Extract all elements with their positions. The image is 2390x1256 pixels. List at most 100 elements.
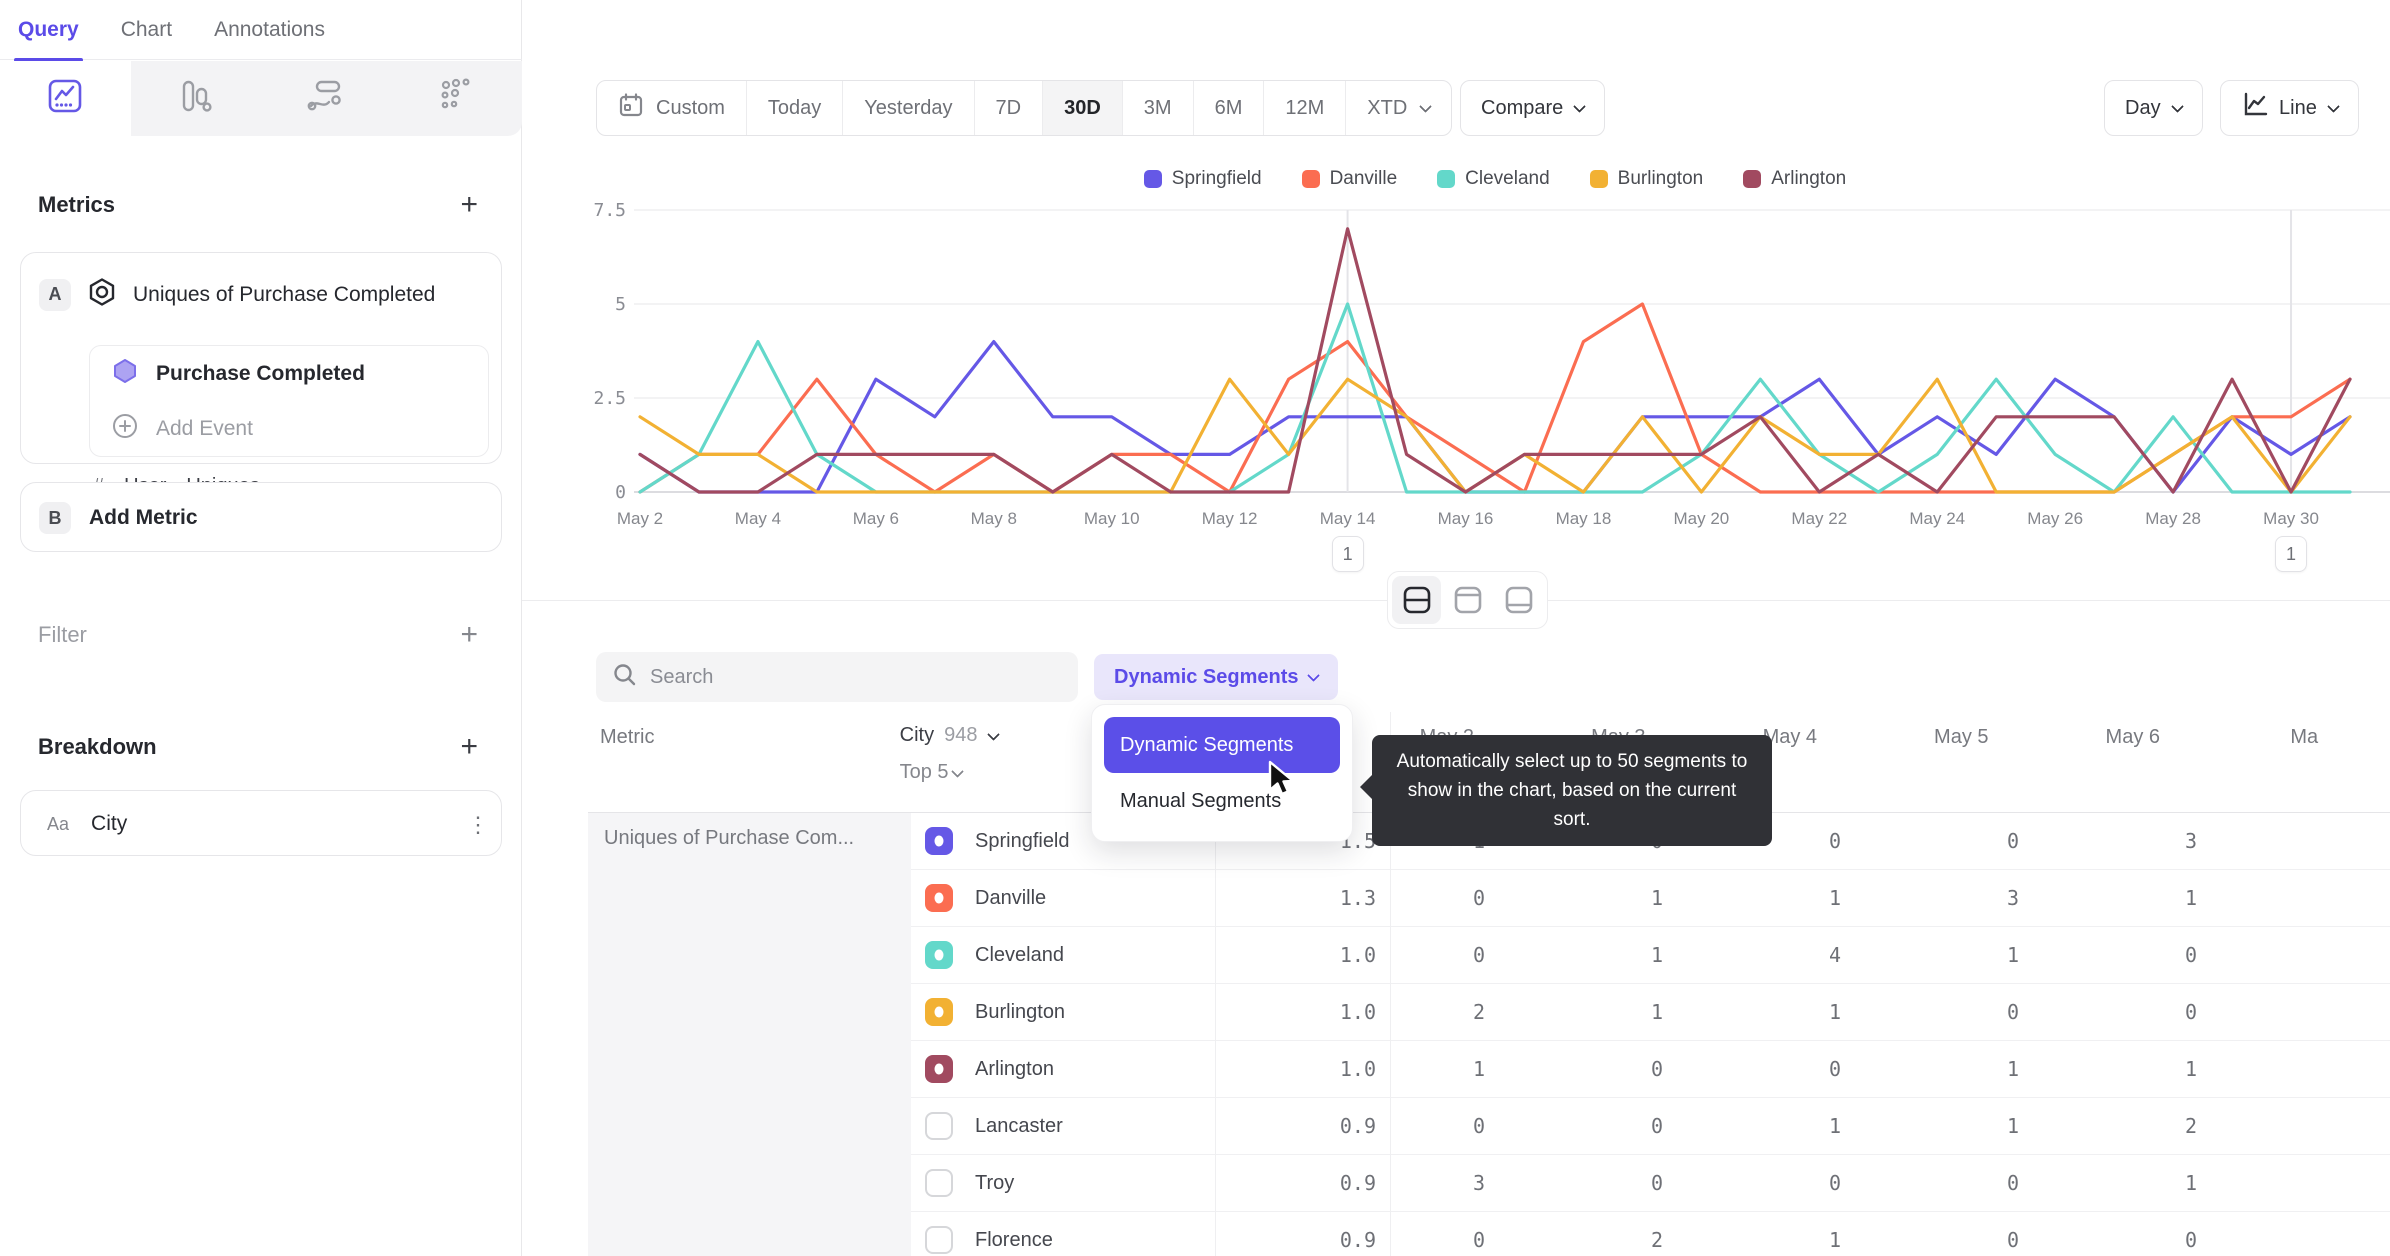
layout-split-button[interactable] [1392,576,1441,624]
segment-checkbox[interactable] [925,998,953,1026]
tab-chart[interactable]: Chart [121,0,172,60]
dynamic-segments-tooltip: Automatically select up to 50 segments t… [1360,735,1772,846]
date-column-header[interactable]: May 6 [2047,712,2218,812]
annotation-marker[interactable]: 1 [1331,536,1364,572]
chart-type-scatter-tab[interactable] [392,61,523,136]
breakdown-section: Breakdown + [0,732,522,762]
segment-count: 948 [944,724,978,746]
table-row: Troy 0.9 3 0 0 0 1 [911,1155,2390,1212]
line-style-icon [2241,91,2269,125]
date-today-button[interactable]: Today [747,81,844,135]
date-12m-button[interactable]: 12M [1264,81,1347,135]
layout-table-only-button[interactable] [1494,576,1543,624]
chart-type-line-tab[interactable] [0,61,131,136]
metric-card-a[interactable]: A Uniques of Purchase Completed Purchase… [20,252,502,497]
svg-text:May 18: May 18 [1556,509,1612,528]
date-xtd-dropdown[interactable]: XTD [1346,81,1451,135]
tab-query[interactable]: Query [14,0,83,62]
add-metric-plus-icon[interactable]: + [460,190,478,220]
svg-text:May 6: May 6 [853,509,899,528]
search-icon [612,662,638,693]
value-cell: 4 [1828,943,1842,967]
table-row: Burlington 1.0 2 1 1 0 0 [911,984,2390,1041]
chart-type-bar-tab[interactable] [131,61,262,136]
segment-checkbox[interactable] [925,884,953,912]
date-range-segmented-control: Custom Today Yesterday 7D 30D 3M 6M 12M … [596,80,1453,136]
chart-type-flow-tab[interactable] [261,61,392,136]
value-cell: 1 [2006,943,2020,967]
table-row: Arlington 1.0 1 0 0 1 1 [911,1041,2390,1098]
segment-checkbox[interactable] [925,1226,953,1254]
segment-checkbox[interactable] [925,827,953,855]
mouse-cursor [1266,760,1300,805]
segment-name: Springfield [975,829,1070,852]
chart-style-dropdown[interactable]: Line [2220,80,2359,136]
date-7d-button[interactable]: 7D [975,81,1044,135]
query-sidebar: Query Chart Annotations Metrics + A Uniq… [0,0,522,1256]
filter-section: Filter + [0,620,522,650]
segment-name: Lancaster [975,1114,1063,1137]
svg-text:May 26: May 26 [2027,509,2083,528]
date-column-header[interactable]: May 5 [1876,712,2047,812]
value-cell: 0 [2006,1228,2020,1252]
chevron-down-icon [1306,669,1320,682]
svg-text:0: 0 [615,482,626,503]
value-cell: 1 [2184,1057,2198,1081]
value-cell: 3 [1472,1171,1486,1195]
svg-text:7.5: 7.5 [593,200,626,221]
value-cell: 0 [1828,1057,1842,1081]
kebab-menu-icon[interactable]: ⋮ [467,813,489,835]
svg-text:May 20: May 20 [1674,509,1730,528]
top-pane-icon [1454,586,1481,614]
value-cell: 0 [2184,1228,2198,1252]
tab-annotations[interactable]: Annotations [214,0,325,60]
value-cell: 1 [1650,943,1664,967]
table-row: Danville 1.3 0 1 1 3 1 [911,870,2390,927]
svg-text:May 8: May 8 [971,509,1017,528]
scatter-dots-icon [439,78,475,119]
metric-card-b[interactable]: B Add Metric [20,482,502,552]
value-cell: 1 [1650,886,1664,910]
segment-checkbox[interactable] [925,1055,953,1083]
search-input[interactable] [650,665,1062,689]
svg-text:May 4: May 4 [735,509,781,528]
segments-mode-dropdown-button[interactable]: Dynamic Segments [1094,654,1338,700]
date-column-header[interactable]: Ma [2219,712,2390,812]
granularity-dropdown[interactable]: Day [2104,80,2203,136]
value-cell: 0 [1650,1114,1664,1138]
value-cell: 0 [1472,886,1486,910]
menu-item-manual-segments[interactable]: Manual Segments [1104,773,1340,829]
chevron-down-icon [2170,100,2184,113]
value-cell: 1 [1828,886,1842,910]
menu-item-dynamic-segments[interactable]: Dynamic Segments [1104,717,1340,773]
chevron-down-icon [1573,100,1587,113]
svg-text:May 22: May 22 [1791,509,1847,528]
avg-cell: 0.9 [1339,1228,1376,1252]
chevron-down-icon [1419,100,1433,113]
segment-checkbox[interactable] [925,941,953,969]
segment-name: Florence [975,1228,1053,1251]
date-3m-button[interactable]: 3M [1123,81,1194,135]
property-type-icon: Aa [47,813,70,834]
value-cell: 1 [1472,1057,1486,1081]
compare-dropdown[interactable]: Compare [1460,80,1606,136]
segment-name: Burlington [975,1000,1066,1023]
date-6m-button[interactable]: 6M [1194,81,1265,135]
layout-chart-only-button[interactable] [1443,576,1492,624]
breakdown-city-card[interactable]: Aa City ⋮ [20,790,502,856]
segment-checkbox[interactable] [925,1112,953,1140]
column-divider [1215,813,1216,1256]
add-breakdown-plus-icon[interactable]: + [460,732,478,762]
svg-text:May 14: May 14 [1320,509,1376,528]
segment-name: Arlington [975,1057,1054,1080]
add-filter-plus-icon[interactable]: + [460,620,478,650]
add-event-row[interactable]: Add Event [90,401,488,456]
annotation-marker[interactable]: 1 [2275,536,2308,572]
date-30d-button[interactable]: 30D [1043,81,1123,135]
date-yesterday-button[interactable]: Yesterday [843,81,975,135]
date-custom-button[interactable]: Custom [597,81,747,135]
segment-checkbox[interactable] [925,1169,953,1197]
event-row[interactable]: Purchase Completed [90,346,488,401]
chevron-down-icon [987,727,1001,741]
line-chart[interactable]: 0 2.5 5 7.5 May 2 May 4 May 6 May 8 May 10 May 12… [522,150,2390,570]
